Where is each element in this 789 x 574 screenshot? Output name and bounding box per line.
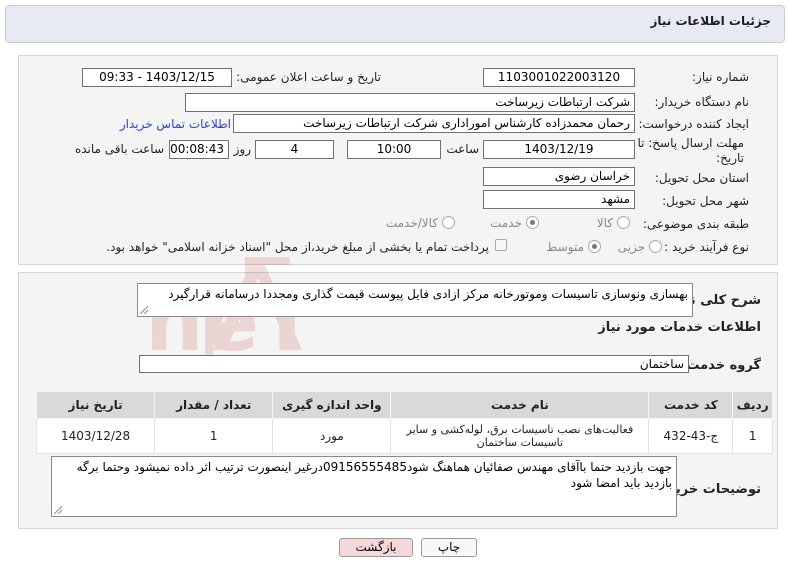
table-row[interactable]: 1 ج-43-432 فعالیت‌های نصب تاسیسات برق، ل…: [35, 418, 773, 454]
deadline-time-field[interactable]: 10:00: [347, 140, 441, 159]
remaining-time-field[interactable]: 00:08:43: [169, 140, 229, 159]
category-radio-goods-service[interactable]: [442, 216, 455, 229]
process-option-medium: متوسط: [546, 240, 584, 254]
service-group-field[interactable]: ساختمان: [139, 355, 689, 373]
back-button[interactable]: بازگشت: [339, 538, 413, 557]
category-option-goods: کالا: [596, 216, 613, 230]
buyer-notes-text: جهت بازدید حتما باآقای مهندس صفائیان هما…: [76, 460, 672, 490]
cell-quantity: 1: [154, 418, 274, 454]
cell-service-name: فعالیت‌های نصب تاسیسات برق، لوله‌کشی و س…: [390, 418, 650, 454]
category-radio-goods[interactable]: [617, 216, 630, 229]
process-label: نوع فرآیند خرید :: [664, 240, 749, 254]
remaining-time-label: ساعت باقی مانده: [74, 142, 164, 156]
cell-need-date: 1403/12/28: [35, 418, 156, 454]
requester-label: ایجاد کننده درخواست:: [638, 117, 749, 131]
buyer-org-field[interactable]: شرکت ارتباطات زیرساخت: [185, 93, 635, 112]
summary-text: بهسازی ونوسازی تاسیسات وموتورخانه مرکز ا…: [168, 287, 688, 301]
services-section-title: اطلاعات خدمات مورد نیاز: [598, 320, 761, 335]
service-group-label: گروه خدمت:: [681, 358, 761, 373]
payment-note: پرداخت تمام یا بخشی از مبلغ خرید،از محل …: [106, 240, 489, 254]
category-option-goods-service: کالا/خدمت: [385, 216, 438, 230]
column-header: تعداد / مقدار: [154, 391, 274, 419]
province-field[interactable]: خراسان رضوی: [483, 167, 635, 186]
buyer-contact-link[interactable]: اطلاعات تماس خریدار: [120, 117, 231, 131]
city-label: شهر محل تحویل:: [662, 194, 749, 208]
need-number-label: شماره نیاز:: [692, 70, 749, 84]
city-field[interactable]: مشهد: [483, 190, 635, 209]
cell-unit: مورد: [272, 418, 392, 454]
category-option-service: خدمت: [490, 216, 522, 230]
cell-service-code: ج-43-432: [648, 418, 734, 454]
cell-row-number: 1: [732, 418, 773, 454]
process-option-minor: جزیی: [617, 240, 645, 254]
resize-grip-icon[interactable]: [54, 506, 62, 514]
need-number-field[interactable]: 1103001022003120: [483, 68, 635, 87]
requester-field[interactable]: رحمان محمدزاده کارشناس امورادارى شرکت ار…: [233, 114, 635, 133]
deadline-time-label: ساعت: [446, 142, 479, 156]
summary-textarea[interactable]: بهسازی ونوسازی تاسیسات وموتورخانه مرکز ا…: [137, 283, 693, 317]
column-header: کد خدمت: [648, 391, 734, 419]
column-header: ردیف: [732, 391, 773, 419]
services-table: ردیف کد خدمت نام خدمت واحد اندازه گیری ت…: [35, 391, 773, 454]
page-title: جزئیات اطلاعات نیاز: [650, 14, 771, 28]
deadline-label-line2: تاریخ:: [716, 151, 744, 165]
process-radio-medium[interactable]: [588, 240, 601, 253]
days-field[interactable]: 4: [255, 140, 334, 159]
announce-datetime-label: تاریخ و ساعت اعلان عمومی:: [236, 70, 381, 84]
process-radio-minor[interactable]: [649, 240, 662, 253]
deadline-date-field[interactable]: 1403/12/19: [483, 140, 635, 159]
buyer-notes-textarea[interactable]: جهت بازدید حتما باآقای مهندس صفائیان هما…: [51, 456, 677, 517]
table-header-row: ردیف کد خدمت نام خدمت واحد اندازه گیری ت…: [35, 391, 773, 419]
column-header: تاریخ نیاز: [35, 391, 156, 419]
category-radio-service[interactable]: [526, 216, 539, 229]
column-header: نام خدمت: [390, 391, 650, 419]
payment-checkbox[interactable]: [495, 239, 507, 251]
deadline-label-line1: مهلت ارسال پاسخ: تا: [637, 136, 744, 150]
province-label: استان محل تحویل:: [654, 171, 749, 185]
column-header: واحد اندازه گیری: [272, 391, 392, 419]
category-label: طبقه بندی موضوعی:: [642, 217, 749, 231]
print-button[interactable]: چاپ: [421, 538, 477, 557]
resize-grip-icon[interactable]: [140, 306, 148, 314]
announce-datetime-field[interactable]: 1403/12/15 - 09:33: [82, 68, 232, 87]
buyer-org-label: نام دستگاه خریدار:: [654, 95, 750, 109]
